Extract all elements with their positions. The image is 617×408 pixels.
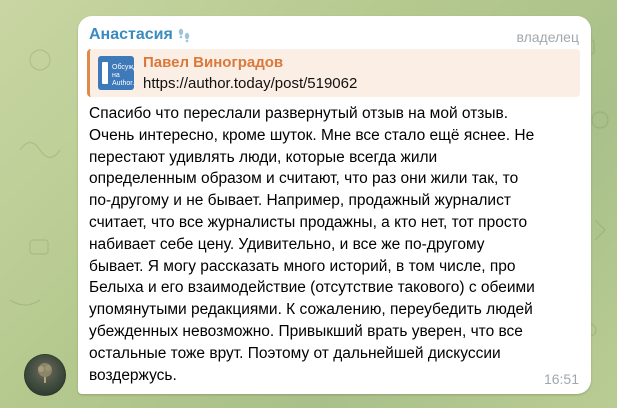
message-bubble[interactable]: Анастасия владелец Обсужд на Author.T Па… [78, 16, 591, 394]
sender-role-badge: владелец [516, 29, 579, 45]
message-timestamp: 16:51 [543, 371, 579, 387]
reply-link-text: https://author.today/post/519062 [143, 75, 358, 92]
reply-author-name: Павел Виноградов [143, 54, 284, 71]
reply-thumbnail-label: Обсужд на Author.T [112, 64, 134, 87]
sender-name[interactable]: Анастасия [89, 26, 173, 44]
avatar[interactable] [24, 354, 66, 396]
message-text: Спасибо что переслали развернутый отзыв … [89, 105, 535, 384]
tree-avatar-image [38, 363, 52, 383]
reply-thumbnail: Обсужд на Author.T [98, 56, 134, 90]
reply-preview[interactable]: Обсужд на Author.T Павел Виноградов http… [87, 49, 580, 97]
footprints-icon [178, 28, 190, 43]
